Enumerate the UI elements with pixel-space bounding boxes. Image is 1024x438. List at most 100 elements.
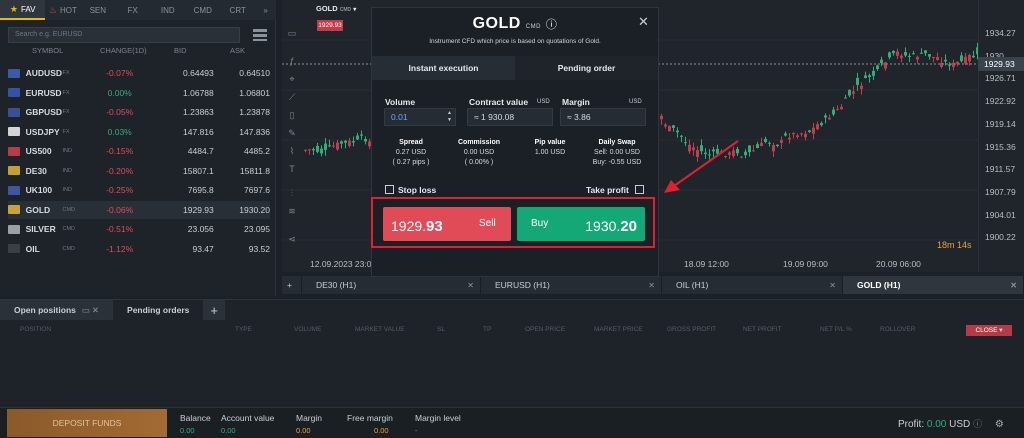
- candle-body: [956, 61, 959, 64]
- settings-icon[interactable]: ⚙: [995, 419, 1004, 430]
- function-tool-icon[interactable]: ƒ: [286, 56, 298, 66]
- minimize-icon[interactable]: ▭: [82, 305, 90, 316]
- tab-pending-order[interactable]: Pending order: [515, 56, 658, 80]
- bid-value: 1929.93: [183, 204, 214, 215]
- chart-symbol[interactable]: GOLD CMD ▾: [316, 4, 356, 13]
- ask-value: 1.06801: [239, 87, 271, 98]
- watchlist-row[interactable]: GOLD CMD -0.06% 1929.93 1930.20: [8, 200, 270, 219]
- crosshair-tool-icon[interactable]: ⌖: [286, 74, 298, 84]
- cursor-tool-icon[interactable]: ▭: [286, 28, 298, 38]
- candle-body: [908, 55, 911, 57]
- share-icon[interactable]: ⋖: [286, 234, 298, 244]
- stop-loss-label: Stop loss: [398, 185, 437, 195]
- symbol-tag: CMD: [62, 245, 76, 252]
- tab-crt[interactable]: CRT: [220, 0, 255, 20]
- take-profit-checkbox[interactable]: [635, 185, 644, 194]
- tab-oil[interactable]: OIL (H1) ✕: [662, 276, 843, 294]
- trendline-tool-icon[interactable]: ⟋: [286, 92, 298, 102]
- search-input[interactable]: Search e.g. EURUSD: [8, 27, 240, 43]
- tab-pending-orders[interactable]: Pending orders: [113, 300, 203, 320]
- tab-fx[interactable]: FX: [115, 0, 150, 20]
- tab-gold[interactable]: GOLD (H1) ✕: [843, 276, 1024, 294]
- symbol-name: USDJPY: [25, 126, 60, 137]
- layers-icon[interactable]: ≋: [286, 206, 298, 216]
- bid-value: 1.23863: [183, 107, 214, 117]
- candle-body: [824, 115, 827, 118]
- tab-sen[interactable]: SEN: [80, 0, 115, 20]
- add-chart-button[interactable]: +: [282, 276, 302, 294]
- watchlist-row[interactable]: USDJPY FX 0.03% 147.816 147.836: [8, 123, 270, 141]
- candle-body: [660, 115, 663, 120]
- close-icon[interactable]: ✕: [829, 281, 836, 290]
- margin-level-label: Margin level: [415, 413, 461, 423]
- candle-body: [324, 143, 327, 150]
- volume-input[interactable]: 0.01 ▲ ▼: [384, 108, 456, 126]
- watchlist-row[interactable]: GBPUSD FX -0.05% 1.23863 1.23878: [8, 103, 270, 121]
- candle-body: [860, 85, 863, 90]
- watchlist-row[interactable]: OIL CMD -1.12% 93.47 93.52: [8, 240, 270, 258]
- close-icon[interactable]: ✕: [92, 305, 99, 316]
- candle-body: [948, 64, 951, 66]
- stepper-icon[interactable]: ▲ ▼: [447, 110, 452, 124]
- bid-value: 23.056: [187, 224, 214, 234]
- watchlist-row[interactable]: US500 IND -0.15% 4484.7 4485.2: [8, 142, 270, 160]
- candle-body: [784, 133, 787, 136]
- tab-de30[interactable]: DE30 (H1) ✕: [302, 276, 481, 294]
- bid-value: 1.06788: [183, 87, 214, 98]
- tab-fav[interactable]: ★ FAV: [0, 0, 46, 20]
- info-icon[interactable]: ⓘ: [546, 19, 558, 31]
- candle-body: [932, 56, 935, 58]
- tab-instant-execution[interactable]: Instant execution: [372, 56, 515, 80]
- close-icon[interactable]: ✕: [1010, 281, 1017, 290]
- rectangle-tool-icon[interactable]: ▯: [286, 110, 298, 120]
- candle-body: [344, 140, 347, 143]
- candle-body: [832, 109, 835, 115]
- time-tick: 12.09.2023 23:00: [310, 259, 377, 269]
- watchlist-row[interactable]: EURUSD FX 0.00% 1.06788 1.06801: [8, 84, 270, 102]
- grid-view-icon[interactable]: [252, 28, 268, 42]
- watchlist-tabs: ★ FAV ♨ HOT SEN FX IND CMD CRT »: [0, 0, 276, 20]
- text-tool-icon[interactable]: T: [286, 164, 298, 174]
- watchlist-row[interactable]: DE30 IND -0.20% 15807.1 15811.8: [8, 162, 270, 180]
- candle-body: [760, 142, 763, 147]
- tab-cmd[interactable]: CMD: [185, 0, 220, 20]
- candle-body: [788, 137, 791, 140]
- candle-body: [952, 62, 955, 67]
- close-dialog-icon[interactable]: ✕: [638, 14, 649, 30]
- candle-body: [896, 51, 899, 56]
- tab-open-positions[interactable]: Open positions ▭ ✕: [0, 300, 114, 320]
- volume-label: Volume: [385, 97, 416, 107]
- col-change: CHANGE(1D): [100, 46, 147, 55]
- tab-eurusd[interactable]: EURUSD (H1) ✕: [481, 276, 662, 294]
- pip-value-info: Pip value 1.00 USD: [534, 139, 566, 156]
- tab-hot[interactable]: ♨ HOT: [45, 0, 80, 20]
- tab-ind[interactable]: IND: [150, 0, 185, 20]
- dialog-title: GOLD CMD ⓘ: [472, 15, 558, 32]
- candle-body: [676, 130, 679, 133]
- watchlist-row[interactable]: SILVER CMD -0.51% 23.056 23.095: [8, 220, 270, 238]
- stop-loss-checkbox[interactable]: [385, 185, 394, 194]
- tabs-more-button[interactable]: »: [255, 0, 276, 20]
- candle-body: [332, 145, 335, 147]
- margin-field: ≈ 3.86: [560, 108, 646, 126]
- watchlist-row[interactable]: UK100 IND -0.25% 7695.8 7697.6: [8, 181, 270, 199]
- symbol-tag: IND: [62, 187, 72, 193]
- info-icon[interactable]: ⓘ: [973, 419, 982, 429]
- arrow-annotation-icon: [664, 140, 739, 193]
- watchlist-row[interactable]: AUDUSD FX -0.07% 0.64493 0.64510: [8, 64, 270, 82]
- close-icon[interactable]: ✕: [467, 281, 474, 290]
- indicators-icon[interactable]: ⫶: [286, 188, 298, 198]
- close-icon[interactable]: ✕: [648, 281, 655, 290]
- close-all-button[interactable]: CLOSE ▾: [966, 325, 1012, 336]
- add-tab-button[interactable]: +: [203, 300, 225, 320]
- contract-unit: USD: [537, 99, 550, 105]
- candle-body: [336, 142, 339, 150]
- chevron-down-icon: ▾: [353, 7, 357, 13]
- bid-value: 0.64493: [183, 68, 214, 78]
- pen-tool-icon[interactable]: ✎: [286, 128, 298, 138]
- brush-tool-icon[interactable]: ⌇: [286, 146, 298, 156]
- deposit-funds-button[interactable]: DEPOSIT FUNDS: [7, 409, 167, 437]
- symbol-name: GBPUSD: [25, 107, 63, 117]
- candle-body: [800, 133, 803, 135]
- candle-body: [928, 54, 931, 57]
